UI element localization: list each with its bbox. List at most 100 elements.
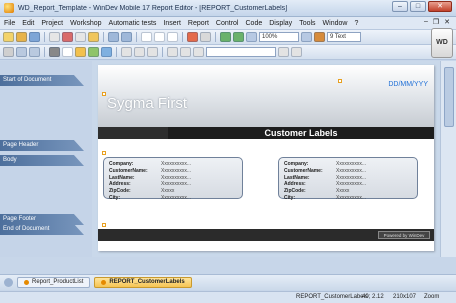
report-icon [24,280,29,285]
go-icon[interactable] [62,32,73,42]
grid-icon[interactable] [154,32,165,42]
brand-name[interactable]: Sygma First [107,95,187,112]
menu-control[interactable]: Control [216,20,239,27]
paste-icon[interactable] [88,32,99,42]
format-toolbar [0,45,456,60]
anchor-handle [102,92,106,96]
band-end-of-document[interactable]: End of Document [0,224,84,235]
style-combo[interactable] [206,47,276,57]
zoom-combo[interactable]: 100% [259,32,299,42]
check-icon[interactable] [101,47,112,57]
search-icon[interactable] [301,32,312,42]
band-start-of-document[interactable]: Start of Document [0,75,84,86]
field-label: Company: [109,161,134,167]
label-card[interactable]: Company: Xxxxxxxxxx... CustomerName: Xxxxx… [103,157,243,202]
tab-report-productlist[interactable]: Report_ProductList [17,277,91,288]
align-left-icon[interactable] [167,47,178,57]
italic-icon[interactable] [134,47,145,57]
window-controls: – □ ✕ [392,1,452,12]
menu-edit[interactable]: Edit [22,20,34,27]
menu-report[interactable]: Report [188,20,209,27]
field-value[interactable]: Xxxxxxxxxx... [336,168,366,175]
field-label: Company: [284,161,309,167]
band-body[interactable]: Body [0,155,84,166]
field-value[interactable]: Xxxxx [161,188,174,195]
label-card[interactable]: Company: Xxxxxxxxxx... CustomerName: Xxxxx… [278,157,418,202]
label-row: LastName: Xxxxxxxxxx... [109,175,237,182]
report-title[interactable]: Customer Labels [168,127,434,139]
align-right-icon[interactable] [193,47,204,57]
barcode-icon[interactable] [62,47,73,57]
open-folder-icon[interactable] [16,32,27,42]
app-icon [4,3,14,13]
menu-file[interactable]: File [4,20,15,27]
menu-insert[interactable]: Insert [163,20,181,27]
menu-automatic-tests[interactable]: Automatic tests [109,20,157,27]
label-row: CustomerName: Xxxxxxxxxx... [109,168,237,175]
menu-window[interactable]: Window [323,20,348,27]
mdi-close-button[interactable]: ✕ [444,18,450,26]
field-value[interactable]: Xxxxx [336,188,349,195]
debug-icon[interactable] [233,32,244,42]
band-page-footer[interactable]: Page Footer [0,214,84,225]
toolbar-separator [44,47,45,57]
font-size-combo[interactable]: 9 Text [327,32,361,42]
copy-icon[interactable] [75,32,86,42]
menu-project[interactable]: Project [41,20,63,27]
bold-icon[interactable] [121,47,132,57]
menu-workshop[interactable]: Workshop [70,20,101,27]
field-value[interactable]: Xxxxxxxxxx... [336,161,366,168]
print-icon[interactable] [200,32,211,42]
maximize-button[interactable]: □ [410,1,426,12]
align-center-icon[interactable] [180,47,191,57]
font-shrink-icon[interactable] [291,47,302,57]
font-grow-icon[interactable] [278,47,289,57]
layout-icon[interactable] [167,32,178,42]
undo-icon[interactable] [108,32,119,42]
shape-icon[interactable] [75,47,86,57]
standard-toolbar: 100% 9 Text [0,30,456,45]
mdi-restore-button[interactable]: ❐ [433,18,439,26]
chart-icon[interactable] [88,47,99,57]
mdi-minimize-button[interactable]: – [424,18,428,26]
vertical-scrollbar[interactable] [440,61,456,257]
field-value[interactable]: Xxxxxxxxxx... [336,175,366,182]
field-value[interactable]: Xxxxxxxxxx... [161,168,191,175]
minimize-button[interactable]: – [392,1,408,12]
date-field[interactable]: DD/MM/YYY [388,81,428,88]
powered-by-badge: Powered by WinDev [378,231,430,239]
toolbar-separator [116,47,117,57]
item-control-icon[interactable] [29,47,40,57]
field-label: Address: [109,181,131,188]
new-file-icon[interactable] [3,32,14,42]
field-value[interactable]: Xxxxxxxxxx... [161,195,191,202]
label-row: CustomerName: Xxxxxxxxxx... [284,168,412,175]
field-value[interactable]: Xxxxxxxxxx... [336,181,366,188]
save-icon[interactable] [29,32,40,42]
menu-help[interactable]: ? [354,20,358,27]
zoom-icon[interactable] [246,32,257,42]
test-report-icon[interactable] [187,32,198,42]
scrollbar-thumb[interactable] [444,67,454,127]
font-color-icon[interactable] [314,32,325,42]
field-value[interactable]: Xxxxxxxxxx... [161,175,191,182]
underline-icon[interactable] [147,47,158,57]
static-control-icon[interactable] [16,47,27,57]
menu-code[interactable]: Code [246,20,263,27]
pointer-icon[interactable] [3,47,14,57]
band-page-header[interactable]: Page Header [0,140,84,151]
close-button[interactable]: ✕ [428,1,452,12]
align-icon[interactable] [141,32,152,42]
tab-list-icon[interactable] [4,278,13,287]
cut-icon[interactable] [49,32,60,42]
run-icon[interactable] [220,32,231,42]
tab-report-customerlabels[interactable]: REPORT_CustomerLabels [94,277,192,288]
field-value[interactable]: Xxxxxxxxxx... [336,195,366,202]
redo-icon[interactable] [121,32,132,42]
field-value[interactable]: Xxxxxxxxxx... [161,181,191,188]
menu-display[interactable]: Display [269,20,292,27]
image-icon[interactable] [49,47,60,57]
field-value[interactable]: Xxxxxxxxxx... [161,161,191,168]
report-icon [101,280,107,285]
menu-tools[interactable]: Tools [299,20,315,27]
